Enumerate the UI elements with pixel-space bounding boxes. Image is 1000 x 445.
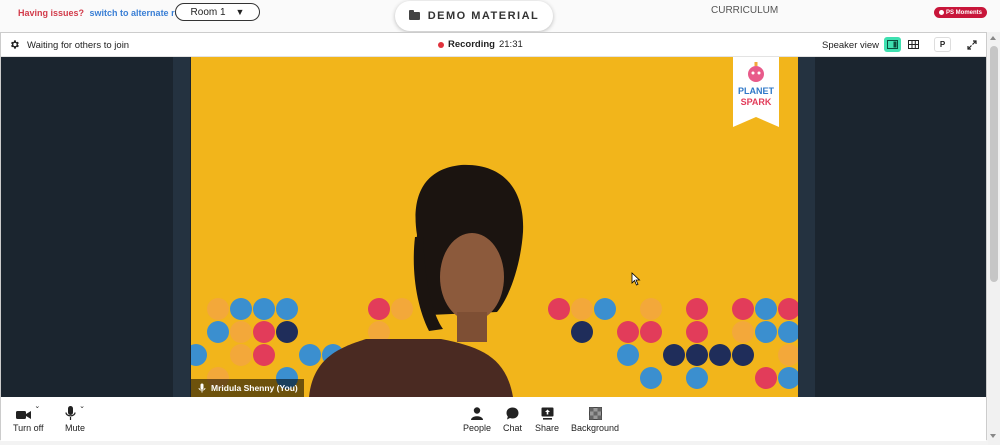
- demo-material-label: DEMO MATERIAL: [427, 10, 540, 22]
- screen-share-icon: [541, 407, 554, 420]
- moments-badge[interactable]: PS Moments: [934, 7, 988, 18]
- room-select[interactable]: Room 1 ▼: [175, 3, 260, 21]
- microphone-icon: [65, 406, 76, 420]
- recording-label: Recording: [448, 39, 495, 50]
- call-controls: ⌄ Turn off ⌄ Mute People Chat Share Back…: [1, 397, 986, 441]
- mute-label: Mute: [65, 423, 86, 433]
- view-mode-label: Speaker view: [822, 40, 880, 51]
- speaker-view-icon: [887, 40, 898, 49]
- chat-button[interactable]: Chat: [503, 402, 522, 433]
- chat-label: Chat: [503, 423, 523, 433]
- participant-name: Mridula Shenny (You): [211, 383, 298, 393]
- moments-icon: [939, 10, 944, 15]
- scroll-down-arrow-icon[interactable]: [990, 434, 996, 438]
- issues-notice: Having issues? switch to alternate room: [18, 8, 194, 18]
- fullscreen-button[interactable]: [964, 37, 979, 52]
- caret-down-icon: ▼: [235, 7, 245, 17]
- microphone-icon: [198, 383, 206, 393]
- call-status: Waiting for others to join: [27, 40, 130, 51]
- participant-silhouette: [309, 164, 524, 397]
- chevron-down-icon[interactable]: ⌄: [34, 402, 40, 410]
- video-background: [191, 164, 798, 397]
- curriculum-link[interactable]: CURRICULUM: [711, 5, 778, 16]
- mute-button[interactable]: ⌄ Mute: [65, 402, 85, 433]
- call-window: Waiting for others to join Recording 21:…: [0, 32, 987, 441]
- demo-material-button[interactable]: DEMO MATERIAL: [395, 1, 553, 31]
- page-scrollbar[interactable]: [988, 32, 1000, 445]
- camera-toggle-button[interactable]: ⌄ Turn off: [13, 402, 44, 433]
- recording-dot-icon: [438, 41, 444, 48]
- camera-toggle-label: Turn off: [13, 423, 44, 433]
- top-bar: Having issues? switch to alternate room …: [0, 0, 1000, 32]
- chevron-down-icon[interactable]: ⌄: [79, 402, 85, 410]
- stage-pillar-right: [798, 57, 815, 397]
- expand-icon: [966, 39, 977, 50]
- p-button[interactable]: P: [934, 37, 951, 52]
- video-camera-icon: [16, 411, 32, 419]
- participant-video[interactable]: PLANET SPARK Mridula Shenny (You): [191, 57, 798, 397]
- participant-name-tag: Mridula Shenny (You): [191, 379, 304, 397]
- mouse-cursor-icon: [631, 272, 641, 286]
- recording-time: 21:31: [498, 39, 523, 50]
- background-label: Background: [571, 423, 620, 433]
- video-stage: PLANET SPARK Mridula Shenny (You): [1, 57, 986, 397]
- issues-text: Having issues?: [18, 8, 85, 18]
- logo-text-line-2: SPARK: [741, 97, 772, 107]
- planet-spark-logo: PLANET SPARK: [733, 57, 779, 127]
- background-button[interactable]: Background: [571, 402, 619, 433]
- chat-bubble-icon: [506, 407, 519, 420]
- speaker-view-button[interactable]: [884, 37, 901, 52]
- grid-view-icon: [908, 40, 919, 49]
- recording-indicator: Recording 21:31: [438, 39, 523, 50]
- logo-text-line-1: PLANET: [738, 86, 775, 96]
- room-select-value: Room 1: [190, 6, 226, 18]
- call-header: Waiting for others to join Recording 21:…: [1, 33, 986, 57]
- share-button[interactable]: Share: [535, 402, 559, 433]
- moments-label: PS Moments: [946, 9, 983, 16]
- grid-view-button[interactable]: [905, 37, 922, 52]
- gear-icon[interactable]: [9, 39, 20, 50]
- person-icon: [471, 407, 484, 420]
- people-button[interactable]: People: [463, 402, 491, 433]
- scrollbar-thumb[interactable]: [990, 46, 998, 282]
- scroll-up-arrow-icon[interactable]: [990, 36, 996, 40]
- stage-pillar-left: [173, 57, 190, 397]
- share-label: Share: [535, 423, 560, 433]
- folder-icon: [408, 10, 420, 20]
- background-grid-icon: [588, 407, 602, 420]
- people-label: People: [463, 423, 492, 433]
